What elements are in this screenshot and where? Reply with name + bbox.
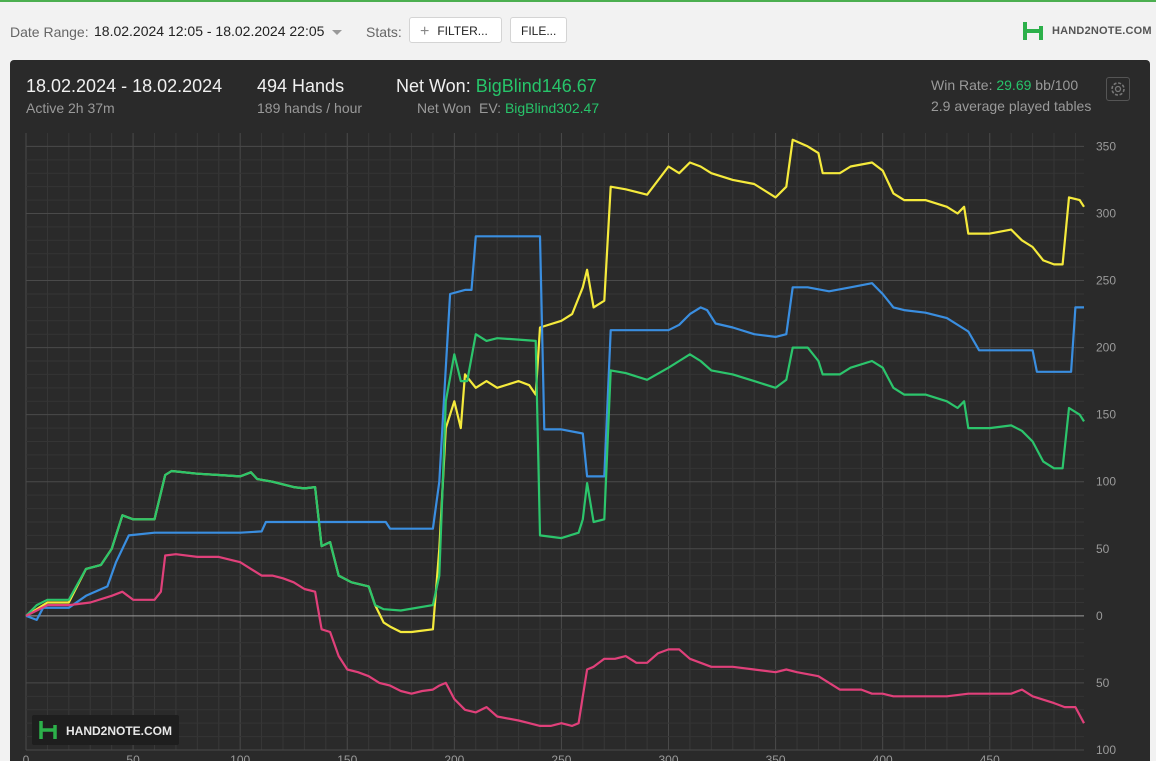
x-tick-label: 100 [230, 753, 250, 761]
plus-icon: + [420, 23, 430, 40]
brand-name: HAND2NOTE.COM [1052, 25, 1152, 37]
x-tick-label: 450 [980, 753, 1000, 761]
brand-logo: HAND2NOTE.COM [1022, 20, 1152, 42]
x-tick-label: 250 [551, 753, 571, 761]
filter-button[interactable]: + FILTER... [409, 17, 502, 43]
filter-button-label: FILTER... [437, 24, 488, 38]
watermark: HAND2NOTE.COM [32, 715, 179, 745]
h2n-logo-icon [1023, 20, 1043, 40]
date-range-value: 18.02.2024 12:05 - 18.02.2024 22:05 [94, 23, 325, 39]
profit-graph: 350 300 250 200 150 100 50 0 50 100 0 50 100 150 200 25… [23, 133, 1116, 761]
graph-panel: 18.02.2024 - 18.02.2024 Active 2h 37m 49… [10, 60, 1150, 761]
y-tick-label: 250 [1096, 274, 1116, 288]
toolbar: Date Range: 18.02.2024 12:05 - 18.02.202… [0, 2, 1156, 58]
x-tick-label: 400 [873, 753, 893, 761]
y-tick-label: 50 [1096, 542, 1110, 556]
y-tick-label: 50 [1096, 676, 1110, 690]
y-tick-label: 100 [1096, 475, 1116, 489]
y-tick-label: 100 [1096, 743, 1116, 757]
x-tick-label: 350 [766, 753, 786, 761]
watermark-text: HAND2NOTE.COM [66, 724, 173, 738]
y-tick-label: 300 [1096, 206, 1116, 220]
stats-label: Stats: [366, 24, 402, 40]
x-tick-label: 200 [444, 753, 464, 761]
date-range-label: Date Range: [10, 24, 89, 40]
y-tick-label: 150 [1096, 408, 1116, 422]
y-tick-label: 0 [1096, 609, 1103, 623]
x-tick-label: 50 [126, 753, 140, 761]
y-tick-label: 350 [1096, 139, 1116, 153]
x-tick-label: 150 [337, 753, 357, 761]
chevron-down-icon [332, 29, 343, 35]
h2n-watermark-icon [39, 719, 57, 739]
date-range-select[interactable]: 18.02.2024 12:05 - 18.02.2024 22:05 [94, 23, 343, 39]
file-button[interactable]: FILE... [510, 17, 567, 43]
x-tick-label: 300 [658, 753, 678, 761]
x-tick-label: 0 [23, 753, 30, 761]
file-button-label: FILE... [521, 24, 557, 38]
y-tick-label: 200 [1096, 341, 1116, 355]
